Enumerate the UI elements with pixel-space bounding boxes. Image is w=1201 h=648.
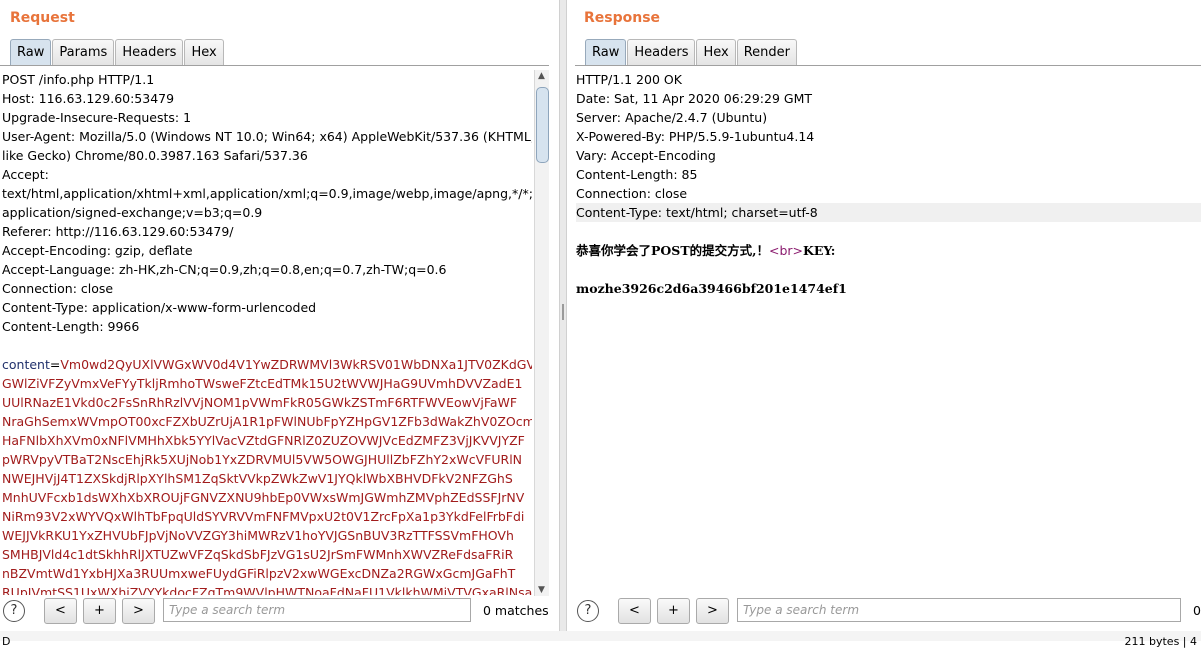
request-header-line: Referer: http://116.63.129.60:53479/ (2, 224, 234, 239)
request-header-line: Accept: (2, 167, 49, 182)
request-header-line: Content-Type: application/x-www-form-url… (2, 300, 317, 315)
request-scrollbar[interactable]: ▲ ▼ (534, 70, 549, 596)
request-header-line: POST /info.php HTTP/1.1 (2, 72, 155, 87)
request-tab-headers[interactable]: Headers (115, 39, 184, 65)
response-tab-render[interactable]: Render (736, 39, 797, 65)
request-header-line: Upgrade-Insecure-Requests: 1 (2, 110, 192, 125)
param-value-line: HaFNlbXhXVm0xNFlVMHhXbk5YYlVacVZtdGFNRlZ… (2, 433, 525, 448)
request-title: Request (10, 10, 75, 26)
param-value-line: UUlRNazE1Vkd0c2FsSnRhRzlVVjNOM1pVWmFkR05… (2, 395, 518, 410)
request-header-line: Accept-Encoding: gzip, deflate (2, 243, 193, 258)
request-header-line: like Gecko) Chrome/80.0.3987.163 Safari/… (2, 148, 308, 163)
request-editor[interactable]: POST /info.php HTTP/1.1 Host: 116.63.129.… (2, 70, 532, 595)
prev-match-button[interactable]: < (618, 598, 651, 624)
html-br-tag: <br> (768, 243, 804, 258)
response-header-line: HTTP/1.1 200 OK (576, 72, 682, 87)
param-value-line: WEJJVkRKU1YxZHVUbFJpVjNoVVZGY3hiMWRzV1ho… (2, 528, 514, 543)
response-tab-headers[interactable]: Headers (627, 39, 696, 65)
key-label: KEY: (803, 243, 836, 258)
request-header-line: text/html,application/xhtml+xml,applicat… (2, 186, 532, 201)
response-blank-line-2 (576, 260, 1201, 279)
param-value-line: RUpJVmtSS1UxWXhiZVYYkdocFZqTm9WVlpHWTNoa… (2, 585, 532, 595)
request-search-bar: ? < + > 0 matches (0, 598, 559, 626)
param-value-line: nBZVmtWd1YxbHJXa3RUUmxweFUydGFiRlpzV2xwW… (2, 566, 516, 581)
request-header-line: Content-Length: 9966 (2, 319, 140, 334)
response-header-line: Connection: close (576, 186, 688, 201)
response-header-line: Vary: Accept-Encoding (576, 148, 716, 163)
request-tab-params[interactable]: Params (52, 39, 115, 65)
response-header-line: X-Powered-By: PHP/5.5.9-1ubuntu4.14 (576, 129, 815, 144)
help-icon[interactable]: ? (3, 600, 25, 622)
response-tab-divider (575, 65, 1201, 66)
request-header-line: User-Agent: Mozilla/5.0 (Windows NT 10.0… (2, 129, 532, 144)
next-match-button[interactable]: > (696, 598, 729, 624)
response-tab-hex[interactable]: Hex (696, 39, 736, 65)
response-header-line: Date: Sat, 11 Apr 2020 06:29:29 GMT (576, 91, 812, 106)
param-value-line: NraGhSemxWVmpOT00xcFZXbUZrUjA1R1pFWlNUbF… (2, 414, 532, 429)
param-name: content (2, 357, 50, 372)
scroll-down-icon[interactable]: ▼ (538, 585, 545, 595)
request-body: content=Vm0wd2QyUXlVWGxWV0d4V1YwZDRWMVl3… (2, 355, 532, 595)
request-search-input[interactable] (163, 598, 471, 622)
request-match-count: 0 matches (483, 603, 549, 618)
param-value-line: NWEJHVjJ4T1ZXSkdjRlpXYlhSM1ZqSktVVkpZWkZ… (2, 471, 513, 486)
response-search-bar: ? < + > 0 (567, 598, 1201, 626)
request-pane: Request Raw Params Headers Hex POST /inf… (0, 0, 559, 641)
response-headers: HTTP/1.1 200 OK Date: Sat, 11 Apr 2020 06… (576, 70, 1201, 222)
request-tab-divider (0, 65, 549, 66)
status-bar: D 211 bytes | 4 (0, 631, 1201, 648)
param-value-line: pWRVpyVTBaT2NscEhjRk5XUjNob1YxZDRVMUl5VW… (2, 452, 523, 467)
response-key-value: mozhe3926c2d6a39466bf201e1474ef1 (576, 281, 847, 296)
request-headers: POST /info.php HTTP/1.1 Host: 116.63.129.… (2, 70, 532, 336)
scroll-thumb[interactable] (536, 87, 549, 163)
request-header-line: Connection: close (2, 281, 114, 296)
response-tab-raw[interactable]: Raw (585, 39, 627, 65)
request-tabs: Raw Params Headers Hex (10, 39, 225, 66)
param-value-line: GWlZiVFZyVmxVeFYyTkljRmhoTWsweFZtcEdTMk1… (2, 376, 523, 391)
splitter-grip[interactable] (562, 304, 564, 320)
param-equals: = (49, 357, 61, 372)
scroll-up-icon[interactable]: ▲ (538, 71, 545, 81)
response-tabs: Raw Headers Hex Render (585, 39, 798, 66)
response-title: Response (584, 10, 661, 26)
response-pane: Response Raw Headers Hex Render HTTP/1.1… (567, 0, 1201, 641)
param-value-line: SMHBJVld4c1dtSkhhRlJXTUZwVFZqSkdSbFJzVG1… (2, 547, 514, 562)
add-search-button[interactable]: + (657, 598, 690, 624)
response-message: 恭喜你学会了POST的提交方式,！ (576, 243, 769, 258)
request-header-line: Accept-Language: zh-HK,zh-CN;q=0.9,zh;q=… (2, 262, 447, 277)
prev-match-button[interactable]: < (44, 598, 77, 624)
response-header-line: Content-Type: text/html; charset=utf-8 (576, 203, 1201, 222)
request-tab-raw[interactable]: Raw (10, 39, 52, 65)
param-value-line: NiRm93V2xWYVQxWlhTbFpqUldSYVRVVmFNFMVpxU… (2, 509, 525, 524)
param-value-line: MnhUVFcxb1dsWXhXbXROUjFGNVZXNU9hbEp0VWxs… (2, 490, 525, 505)
response-editor[interactable]: HTTP/1.1 200 OK Date: Sat, 11 Apr 2020 06… (576, 70, 1201, 595)
pane-splitter[interactable] (559, 0, 567, 641)
request-blank-line (2, 336, 532, 355)
status-left: D (2, 635, 11, 648)
response-search-input[interactable] (737, 598, 1181, 622)
help-icon[interactable]: ? (577, 600, 599, 622)
param-value-line: Vm0wd2QyUXlVWGxWV0d4V1YwZDRWMVl3WkRSV01W… (60, 357, 532, 372)
request-tab-hex[interactable]: Hex (184, 39, 224, 65)
param-value: GWlZiVFZyVmxVeFYyTkljRmhoTWsweFZtcEdTMk1… (2, 374, 532, 595)
response-header-line: Server: Apache/2.4.7 (Ubuntu) (576, 110, 768, 125)
status-bytes: 211 bytes | 4 (1124, 635, 1198, 648)
response-match-count: 0 (1193, 603, 1201, 618)
request-header-line: application/signed-exchange;v=b3;q=0.9 (2, 205, 263, 220)
next-match-button[interactable]: > (122, 598, 155, 624)
add-search-button[interactable]: + (83, 598, 116, 624)
response-blank-line (576, 222, 1201, 241)
response-header-line: Content-Length: 85 (576, 167, 698, 182)
request-header-line: Host: 116.63.129.60:53479 (2, 91, 175, 106)
response-body-line: 恭喜你学会了POST的提交方式,！<br>KEY: (576, 241, 1201, 260)
